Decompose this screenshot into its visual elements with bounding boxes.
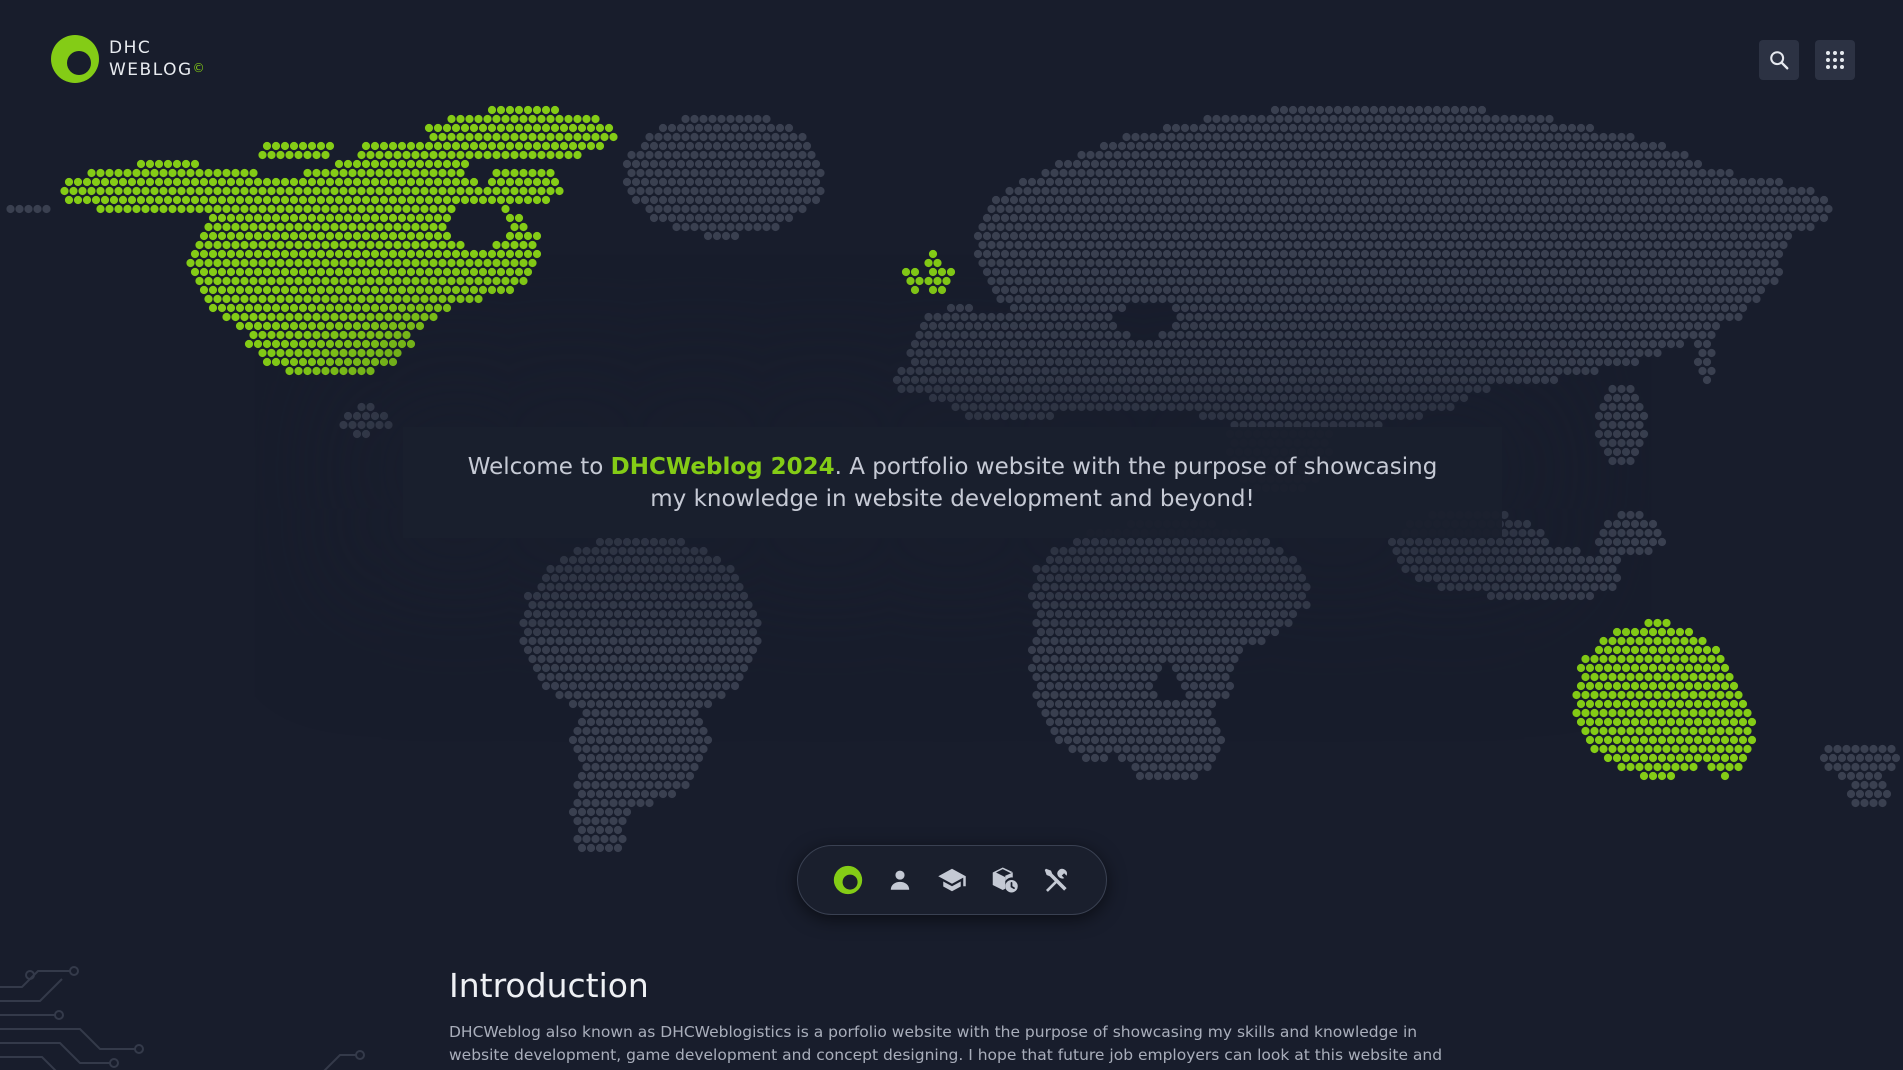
person-icon [890,870,910,890]
site-logo[interactable]: DHC WEBLOG© [51,35,205,83]
nav-projects[interactable] [989,865,1019,895]
nav-about[interactable] [885,865,915,895]
nav-education[interactable] [937,865,967,895]
welcome-text: Welcome to DHCWeblog 2024. A portfolio w… [463,451,1442,515]
graduation-cap-icon [938,868,966,892]
logo-copyright: © [192,61,205,75]
logo-wordmark: DHC WEBLOG© [109,37,205,81]
home-logo-icon [833,865,863,895]
search-button[interactable] [1759,40,1799,80]
nav-skills[interactable] [1041,865,1071,895]
tools-icon [1044,868,1068,892]
section-nav [797,845,1107,915]
circuit-decoration [0,966,365,1070]
nav-home[interactable] [833,865,863,895]
apps-menu-button[interactable] [1815,40,1855,80]
package-clock-icon [992,867,1018,893]
search-icon [1770,51,1789,70]
logo-line-1: DHC [109,38,152,58]
apps-grid-icon [1826,51,1844,69]
welcome-banner: Welcome to DHCWeblog 2024. A portfolio w… [403,427,1502,538]
intro-title: Introduction [449,966,649,1005]
intro-body: DHCWeblog also known as DHCWeblogistics … [449,1023,1443,1070]
welcome-prefix: Welcome to [467,453,611,480]
logo-line-2: WEBLOG [109,60,193,80]
page: DHC WEBLOG© Welcome to DHCWeblog 2024. A… [0,0,1903,1070]
logo-mark-icon [51,35,99,83]
welcome-highlight: DHCWeblog 2024 [610,453,835,480]
